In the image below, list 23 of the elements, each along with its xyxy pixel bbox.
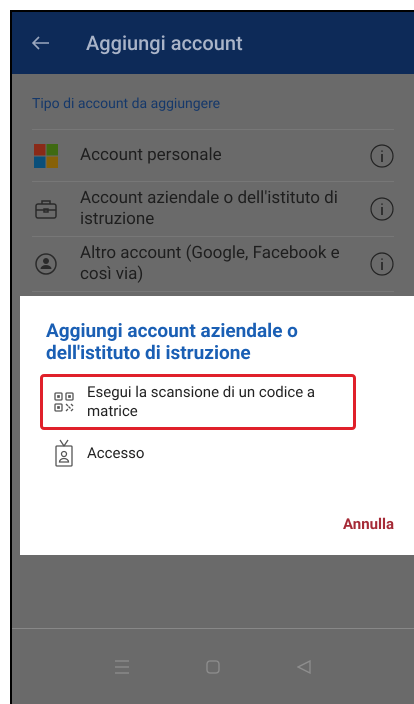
option-label: Esegui la scansione di un codice a matrice: [87, 383, 316, 421]
account-type-label: Account aziendale o dell'istituto di istruzione: [80, 188, 339, 230]
triangle-back-icon[interactable]: [297, 660, 312, 674]
info-icon[interactable]: [370, 197, 394, 221]
dialog-option[interactable]: Esegui la scansione di un codice a matrice: [40, 374, 356, 430]
qr-code-icon: [54, 392, 74, 412]
four-squares-logo-icon: [34, 144, 58, 168]
square-home-icon[interactable]: [206, 660, 220, 674]
back-arrow-icon[interactable]: [32, 36, 50, 50]
app-bar-title: Aggiungi account: [86, 30, 243, 57]
info-icon[interactable]: [370, 252, 394, 276]
briefcase-icon: [35, 199, 57, 219]
dialog-option[interactable]: Accesso: [40, 430, 356, 476]
option-label: Accesso: [87, 444, 146, 462]
dialog-title: Aggiungi account aziendale o dell'istituto di istruzione: [45, 320, 299, 364]
menu-icon[interactable]: [114, 660, 129, 674]
person-circle-icon: [35, 253, 57, 275]
section-label: Tipo di account da aggiungere: [32, 74, 394, 130]
account-type-label: Account personale: [80, 145, 223, 166]
cancel-button[interactable]: Annulla: [342, 512, 394, 535]
id-badge-icon: [55, 439, 73, 467]
info-icon[interactable]: [370, 144, 394, 168]
account-type-label: Altro account (Google, Facebook e così via): [80, 243, 341, 285]
